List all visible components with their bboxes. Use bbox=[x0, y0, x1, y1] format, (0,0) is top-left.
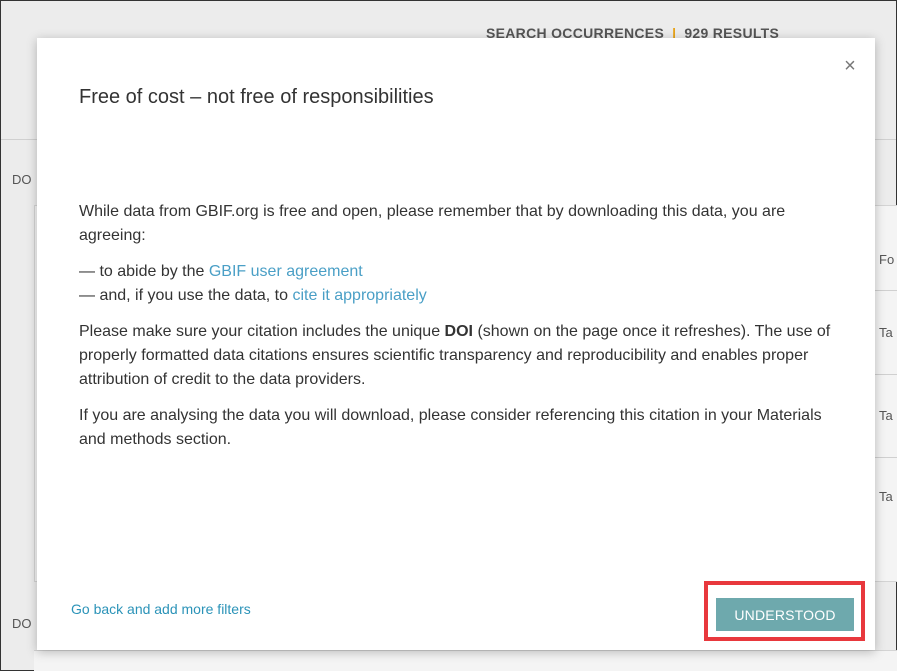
doi-label: DOI bbox=[444, 323, 473, 340]
background-cell: Ta bbox=[879, 408, 893, 423]
intro-text: While data from GBIF.org is free and ope… bbox=[79, 203, 786, 244]
background-cell: Ta bbox=[879, 325, 893, 340]
understood-button[interactable]: UNDERSTOOD bbox=[716, 598, 854, 631]
agreement-item-text: — to abide by the bbox=[79, 263, 209, 280]
agreement-item: — to abide by the GBIF user agreement bbox=[79, 260, 839, 284]
background-label-top: DO bbox=[12, 172, 32, 187]
agreement-item: — and, if you use the data, to cite it a… bbox=[79, 284, 839, 308]
agreement-list: — to abide by the GBIF user agreement — … bbox=[79, 260, 839, 308]
background-panel-bottom bbox=[34, 650, 897, 671]
citation-text: Please make sure your citation includes … bbox=[79, 320, 839, 392]
user-agreement-link[interactable]: GBIF user agreement bbox=[209, 263, 363, 280]
add-more-filters-link[interactable]: Go back and add more filters bbox=[71, 601, 251, 617]
dialog-title: Free of cost – not free of responsibilit… bbox=[79, 86, 434, 108]
cite-appropriately-link[interactable]: cite it appropriately bbox=[292, 287, 426, 304]
background-label-bottom: DO bbox=[12, 616, 32, 631]
close-icon[interactable]: × bbox=[840, 56, 860, 76]
background-cell: Ta bbox=[879, 489, 893, 504]
dialog-body: While data from GBIF.org is free and ope… bbox=[79, 200, 839, 464]
download-terms-dialog: × Free of cost – not free of responsibil… bbox=[37, 38, 875, 650]
agreement-item-text: — and, if you use the data, to bbox=[79, 287, 293, 304]
background-column-header: Fo bbox=[879, 252, 895, 267]
analysis-text: If you are analysing the data you will d… bbox=[79, 407, 822, 448]
citation-text-start: Please make sure your citation includes … bbox=[79, 323, 445, 340]
